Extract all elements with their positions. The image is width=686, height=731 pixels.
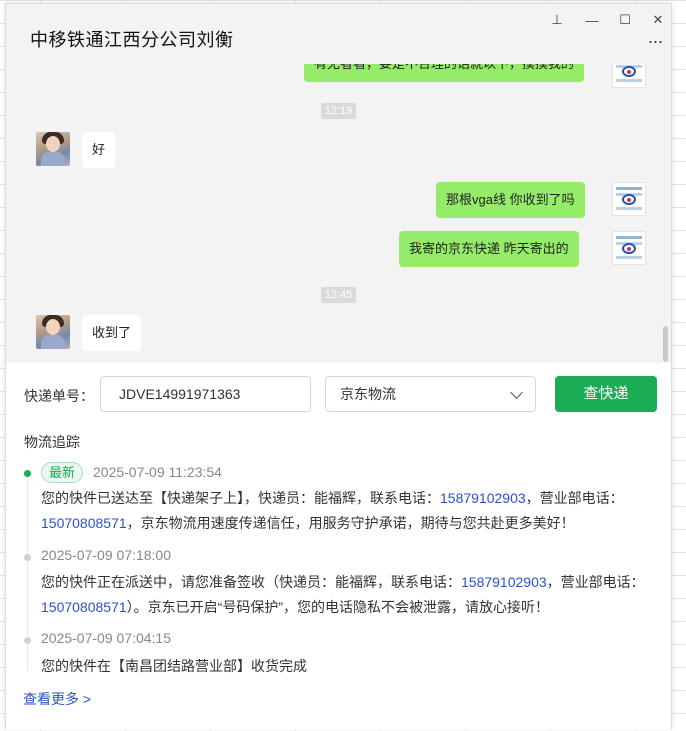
chat-title: 中移铁通江西分公司刘衡: [30, 30, 234, 50]
tracking-number-label: 快递单号：: [24, 388, 94, 404]
contact-avatar[interactable]: [36, 315, 70, 349]
my-avatar[interactable]: [612, 231, 646, 265]
event-time: 2025-07-09 11:23:54: [93, 464, 222, 480]
message-timestamp: 12:45: [320, 287, 357, 303]
pin-icon[interactable]: ⊥: [547, 10, 567, 30]
maximize-button[interactable]: ☐: [615, 10, 635, 30]
event-description: 您的快件正在派送中，请您准备签收（快递员：能福辉，联系电话：1587910290…: [41, 574, 645, 615]
message-bubble-outgoing: 有无者看，要是不合理的话就以下，摸摸我的: [304, 64, 585, 82]
minimize-button[interactable]: —: [582, 10, 602, 30]
chat-window: 中移铁通江西分公司刘衡 ⊥ — ☐ ✕ ··· 有无者看，要是不合理的话就以下，…: [5, 3, 672, 730]
latest-badge: 最新: [41, 462, 84, 483]
event-time: 2025-07-09 07:04:15: [41, 630, 171, 646]
my-avatar[interactable]: [612, 182, 646, 216]
message-bubble-outgoing: 我寄的京东快递 昨天寄出的: [399, 231, 579, 267]
scrollbar[interactable]: [663, 326, 668, 362]
see-more-link[interactable]: 查看更多 >: [23, 689, 91, 709]
close-button[interactable]: ✕: [648, 10, 668, 30]
contact-avatar[interactable]: [36, 132, 70, 166]
timeline-dot: [24, 637, 31, 644]
title-bar: 中移铁通江西分公司刘衡 ⊥ — ☐ ✕ ···: [6, 4, 671, 64]
courier-phone-link[interactable]: 15879102903: [461, 574, 547, 590]
timeline-dot-latest: [24, 470, 31, 477]
carrier-select-value: 京东物流: [340, 386, 396, 402]
courier-phone-link[interactable]: 15879102903: [440, 490, 526, 506]
tracking-number-input[interactable]: [100, 376, 311, 412]
my-avatar[interactable]: [612, 64, 646, 88]
message-timestamp: 12:19: [320, 103, 357, 119]
branch-phone-link[interactable]: 15070808571: [41, 515, 127, 531]
carrier-select[interactable]: 京东物流: [325, 376, 536, 412]
message-bubble-outgoing: 那根vga线 你收到了吗: [436, 182, 585, 218]
chevron-down-icon: [510, 386, 523, 399]
event-description: 您的快件在【南昌团结路营业部】收货完成: [41, 658, 307, 674]
message-bubble-incoming: 收到了: [82, 315, 142, 351]
event-description: 您的快件已送达至【快递架子上】，快递员：能福辉，联系电话：15879102903…: [41, 490, 624, 531]
event-time: 2025-07-09 07:18:00: [41, 547, 171, 563]
message-list[interactable]: 有无者看，要是不合理的话就以下，摸摸我的 12:19 好 那根vga线 你收到了…: [6, 64, 671, 363]
express-tracking-panel: 快递单号： 京东物流 查快递 物流追踪 最新 2025-07-09 11:23:…: [6, 363, 671, 730]
branch-phone-link[interactable]: 15070808571: [41, 599, 127, 615]
message-bubble-incoming: 好: [82, 132, 116, 168]
timeline-dot: [24, 554, 31, 561]
more-options-icon[interactable]: ···: [645, 32, 665, 54]
query-express-button[interactable]: 查快递: [555, 376, 657, 412]
tracking-section-title: 物流追踪: [24, 434, 80, 450]
